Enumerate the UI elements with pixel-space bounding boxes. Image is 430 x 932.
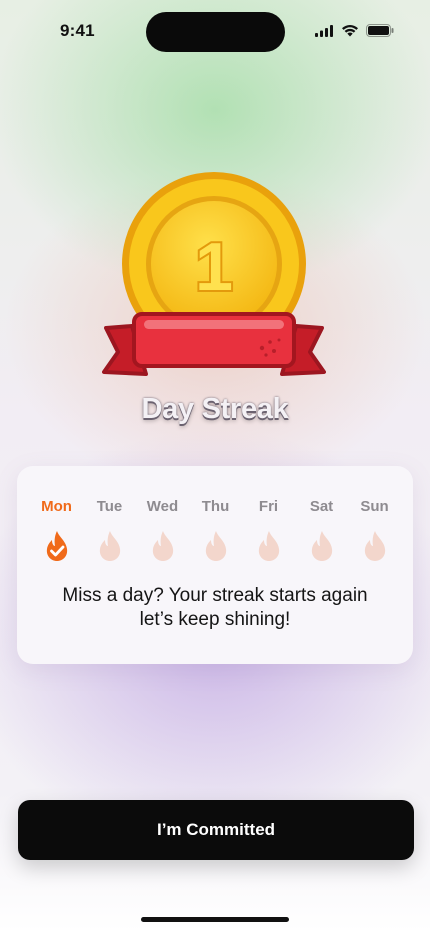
battery-icon xyxy=(366,24,394,37)
day-label: Fri xyxy=(258,498,279,515)
weekday-row: Mon Tue Wed Thu Fri Sat Sun xyxy=(17,498,413,562)
day-label: Wed xyxy=(146,498,179,515)
message-line-1: Miss a day? Your streak starts again xyxy=(62,585,368,606)
day-sun: Sun xyxy=(348,498,401,562)
day-fri: Fri xyxy=(242,498,295,562)
day-tue: Tue xyxy=(83,498,136,562)
im-committed-button[interactable]: I’m Committed xyxy=(18,800,414,860)
day-label: Tue xyxy=(96,498,123,515)
flame-icon xyxy=(311,531,332,561)
status-time: 9:41 xyxy=(60,21,95,40)
home-indicator[interactable] xyxy=(141,917,289,922)
signal-icon xyxy=(315,24,333,37)
day-mon: Mon xyxy=(30,498,83,562)
message-line-2: let’s keep shining! xyxy=(139,609,291,630)
day-wed: Wed xyxy=(136,498,189,562)
streak-title: Day Streak xyxy=(141,393,289,425)
wifi-icon xyxy=(342,25,358,37)
flame-icon xyxy=(364,531,385,561)
medal-number: 1 xyxy=(195,229,233,305)
day-sat: Sat xyxy=(295,498,348,562)
day-label: Mon xyxy=(41,498,72,515)
flame-check-icon xyxy=(46,531,67,561)
day-label: Sat xyxy=(309,498,334,515)
week-streak-card: Mon Tue Wed Thu Fri Sat Sun Miss a day? … xyxy=(17,466,413,664)
day-thu: Thu xyxy=(189,498,242,562)
flame-icon xyxy=(99,531,120,561)
dynamic-island xyxy=(146,12,285,52)
status-bar: 9:41 xyxy=(0,0,430,62)
status-icons xyxy=(315,24,394,37)
flame-icon xyxy=(258,531,279,561)
streak-message: Miss a day? Your streak starts again let… xyxy=(17,584,413,632)
flame-icon xyxy=(152,531,173,561)
day-label: Sun xyxy=(360,498,389,515)
streak-medal: 1 xyxy=(102,172,326,378)
day-label: Thu xyxy=(201,498,230,515)
flame-icon xyxy=(205,531,226,561)
